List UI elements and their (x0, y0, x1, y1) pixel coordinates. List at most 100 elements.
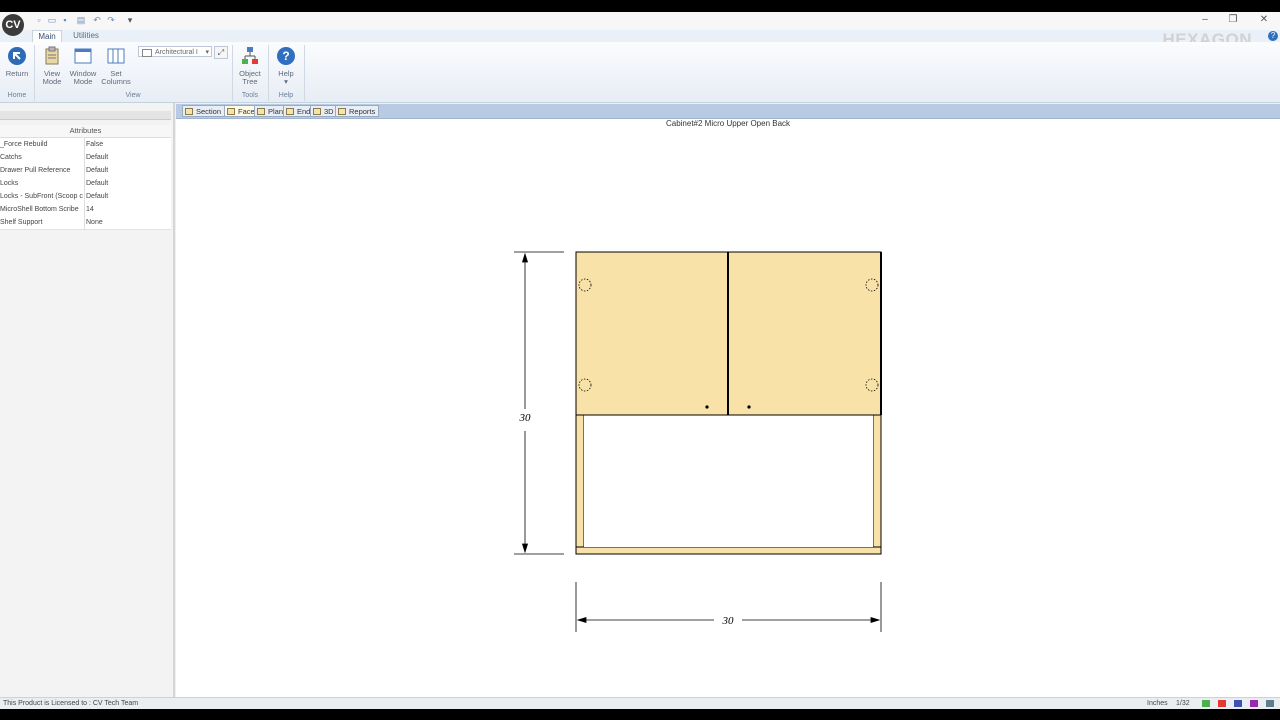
drawing-canvas[interactable]: Cabinet#2 Micro Upper Open Back 30 30 (176, 119, 1280, 697)
set-columns-label-2: Columns (101, 77, 131, 86)
help-button[interactable]: ? Help ▾ (272, 46, 300, 86)
section-icon (185, 108, 193, 115)
cabinet-face-drawing: 30 30 (514, 251, 882, 632)
chevron-down-icon: ▾ (205, 49, 209, 56)
height-dimension-label: 30 (519, 412, 532, 424)
app-logo[interactable]: CV (2, 14, 24, 36)
units-icon (142, 49, 152, 57)
left-door[interactable] (575, 251, 729, 416)
cabinet-frame (575, 414, 882, 555)
ribbon: Return View Mode Window Mode Set Columns… (0, 42, 1280, 103)
snap-icon[interactable] (1218, 700, 1226, 707)
precision-status[interactable]: 1/32 (1176, 698, 1190, 709)
attribute-row[interactable]: _Force Rebuild False (0, 138, 171, 152)
new-file-icon[interactable]: ▫ (34, 15, 44, 25)
group-label-home: Home (7, 92, 27, 99)
tab-reports[interactable]: Reports (335, 105, 380, 117)
redo-icon[interactable]: ↷ (106, 15, 116, 25)
help-question-icon[interactable]: ? (1268, 31, 1278, 41)
attribute-value[interactable]: Default (86, 177, 170, 190)
tab-section[interactable]: Section (182, 105, 226, 117)
return-label: Return (5, 69, 29, 78)
attributes-title: Attributes (0, 125, 171, 138)
tab-3d[interactable]: 3D (310, 105, 338, 117)
panel-header-bar[interactable] (0, 111, 171, 120)
edit-units-button[interactable]: ⤢ (214, 46, 228, 59)
tab-label: 3D (324, 107, 334, 116)
return-button[interactable]: Return (4, 46, 30, 78)
units-status[interactable]: Inches (1147, 698, 1168, 709)
status-bar: This Product is Licensed to : CV Tech Te… (0, 697, 1280, 709)
3d-icon (313, 108, 321, 115)
tab-utilities[interactable]: Utilities (66, 30, 106, 42)
settings-icon[interactable] (1250, 700, 1258, 707)
group-label-view: View (125, 92, 141, 99)
attribute-key: Catchs (0, 151, 85, 164)
return-arrow-icon (8, 47, 26, 65)
end-icon (286, 108, 294, 115)
attribute-row[interactable]: Locks - SubFront (Scoop c Default (0, 190, 171, 204)
set-columns-button[interactable]: Set Columns (100, 46, 132, 86)
clipboard-icon (45, 46, 59, 65)
attribute-key: Shelf Support (0, 216, 85, 229)
attribute-key: Locks (0, 177, 85, 190)
plan-icon (257, 108, 265, 115)
reports-icon (338, 108, 346, 115)
attribute-row[interactable]: Locks Default (0, 177, 171, 191)
tab-label: Plan (268, 107, 284, 116)
attribute-value[interactable]: None (86, 216, 170, 229)
object-tree-label-2: Tree (242, 77, 258, 86)
help-icon: ? (277, 47, 295, 65)
right-door-pull (747, 405, 751, 409)
attribute-row[interactable]: Catchs Default (0, 151, 171, 165)
width-dimension-label: 30 (722, 615, 735, 627)
svg-text:?: ? (282, 49, 289, 63)
restore-icon[interactable]: ❐ (1224, 14, 1242, 26)
left-door-pull (705, 405, 709, 409)
window-mode-label-2: Mode (73, 77, 93, 86)
attribute-value[interactable]: Default (86, 190, 170, 203)
tab-label: Section (196, 107, 222, 116)
attribute-key: _Force Rebuild (0, 138, 85, 151)
close-icon[interactable]: ✕ (1255, 14, 1273, 26)
application-window: ▫ ▭ ▪ ▤ ↶ ↷ ▾ – ❐ ✕ CV Main Utilities HE… (0, 12, 1280, 709)
units-dropdown[interactable]: Architectural I ▾ (138, 46, 212, 57)
grid-icon[interactable] (1202, 700, 1210, 707)
attribute-value[interactable]: Default (86, 151, 170, 164)
right-door[interactable] (727, 251, 882, 416)
open-folder-icon[interactable]: ▭ (47, 15, 57, 25)
window-icon (74, 48, 92, 64)
face-icon (227, 108, 235, 115)
view-tabs-bar: Section Face Plan End 3D Reports (176, 104, 1280, 119)
units-dropdown-value: Architectural I (155, 49, 198, 56)
attribute-key: Locks - SubFront (Scoop c (0, 190, 85, 203)
attribute-key: Drawer Pull Reference (0, 164, 85, 177)
attribute-value[interactable]: Default (86, 164, 170, 177)
attribute-value[interactable]: False (86, 138, 170, 151)
attribute-value[interactable]: 14 (86, 203, 170, 216)
tab-label: End (297, 107, 311, 116)
table-icon[interactable] (1234, 700, 1242, 707)
customize-quick-access-icon[interactable]: ▾ (125, 15, 135, 25)
undo-icon[interactable]: ↶ (92, 15, 102, 25)
view-mode-label-2: Mode (42, 77, 62, 86)
minimize-icon[interactable]: – (1196, 14, 1214, 26)
group-label-tools: Tools (241, 92, 259, 99)
attribute-row[interactable]: Drawer Pull Reference Default (0, 164, 171, 178)
save-icon[interactable]: ▪ (60, 15, 70, 25)
print-icon[interactable]: ▤ (76, 15, 86, 25)
attribute-row[interactable]: Shelf Support None (0, 216, 171, 230)
tree-icon (242, 47, 258, 64)
help-dropdown-icon: ▾ (284, 77, 288, 86)
group-label-help: Help (278, 92, 294, 99)
attribute-row[interactable]: MicroShell Bottom Scribe 14 (0, 203, 171, 217)
window-mode-button[interactable]: Window Mode (68, 46, 98, 86)
attributes-panel: Attributes _Force Rebuild False Catchs Def… (0, 103, 175, 697)
object-tree-button[interactable]: Object Tree (236, 46, 264, 86)
attribute-key: MicroShell Bottom Scribe (0, 203, 85, 216)
tab-label: Reports (349, 107, 376, 116)
view-mode-button[interactable]: View Mode (38, 46, 66, 86)
tab-label: Face (238, 107, 255, 116)
license-text: This Product is Licensed to : CV Tech Te… (3, 700, 139, 707)
layers-icon[interactable] (1266, 700, 1274, 707)
